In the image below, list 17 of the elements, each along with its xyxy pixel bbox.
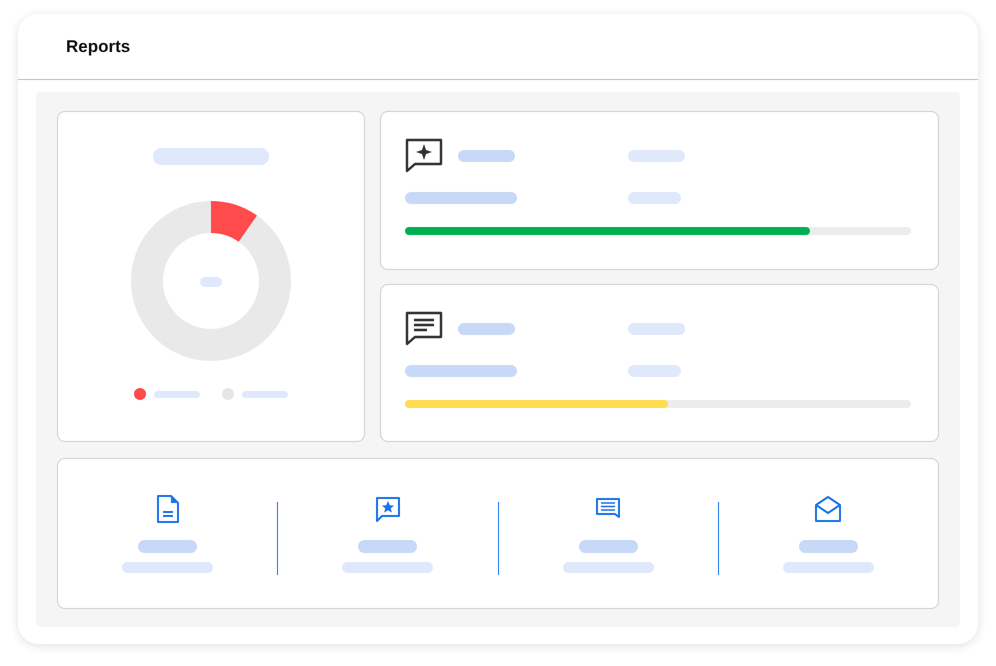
message-icon: [405, 310, 443, 346]
placeholder-bar: [154, 390, 200, 398]
placeholder-bar: [358, 540, 418, 553]
sparkle-chat-icon: [405, 138, 443, 174]
placeholder-bar: [798, 540, 858, 553]
placeholder-bar: [458, 322, 515, 334]
placeholder-bar: [458, 150, 515, 162]
placeholder-bar: [138, 540, 198, 553]
envelope-icon: [814, 494, 842, 524]
placeholder-bar: [628, 150, 685, 162]
placeholder-bar: [578, 540, 638, 553]
star-message-icon: [374, 494, 402, 524]
placeholder-bar: [628, 322, 685, 334]
window-title: Reports: [66, 36, 130, 56]
placeholder-bar: [242, 390, 288, 398]
placeholder-bar: [628, 364, 681, 376]
placeholder-bar: [628, 192, 681, 204]
